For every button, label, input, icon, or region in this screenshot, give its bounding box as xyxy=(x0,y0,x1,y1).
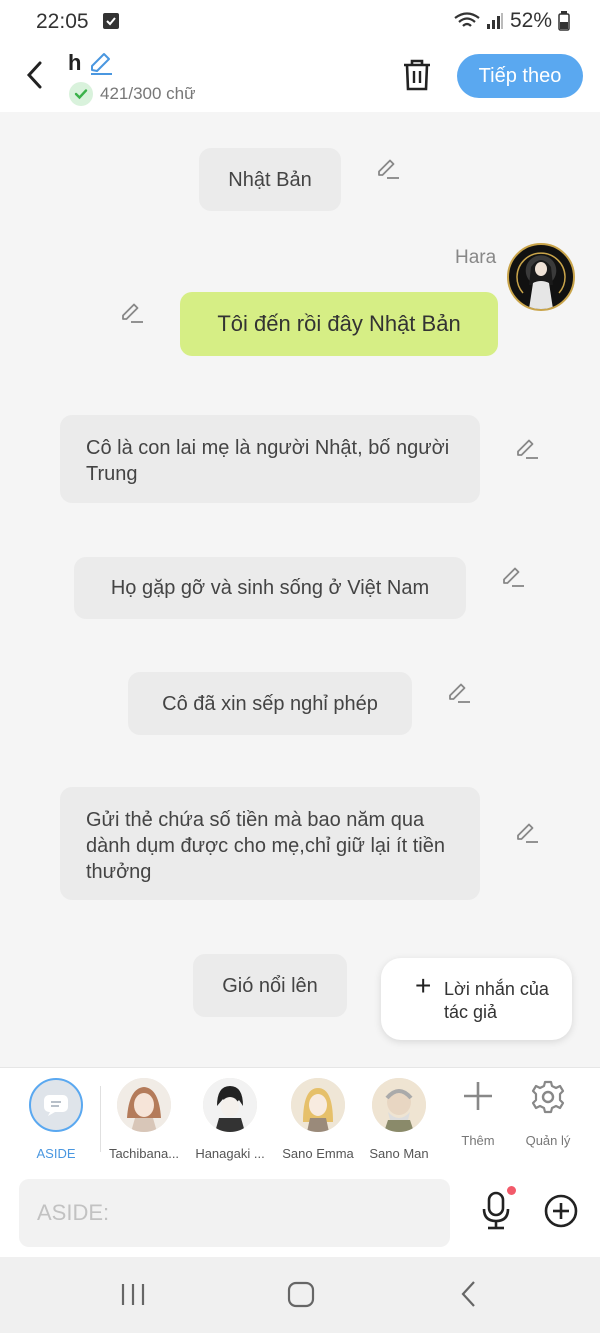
edit-message-icon[interactable] xyxy=(120,302,144,324)
back-nav-icon[interactable] xyxy=(458,1279,480,1309)
edit-message-icon[interactable] xyxy=(501,566,525,588)
author-note-button[interactable]: + Lời nhắn của tác giả xyxy=(381,958,572,1040)
character-bar: ASIDE Tachibana... Hanagaki ... Sano Emm… xyxy=(0,1067,600,1169)
edit-message-icon[interactable] xyxy=(515,822,539,844)
character-tachibana[interactable]: Tachibana... xyxy=(102,1078,186,1161)
recent-apps-icon[interactable] xyxy=(120,1279,146,1309)
character-aside[interactable]: ASIDE xyxy=(14,1078,98,1161)
header: h 421/300 chữ Tiếp theo xyxy=(0,44,600,112)
notification-dot xyxy=(507,1186,516,1195)
word-count: 421/300 chữ xyxy=(100,84,196,103)
manage-button[interactable]: Quản lý xyxy=(516,1080,580,1148)
add-character-button[interactable]: Thêm xyxy=(446,1080,510,1148)
edit-message-icon[interactable] xyxy=(376,158,400,180)
input-bar xyxy=(0,1169,600,1257)
signal-icon xyxy=(486,13,503,29)
edit-message-icon[interactable] xyxy=(515,438,539,460)
home-icon[interactable] xyxy=(286,1279,316,1309)
status-right: 52% xyxy=(454,9,570,33)
add-circle-icon[interactable] xyxy=(544,1194,578,1228)
back-arrow-icon[interactable] xyxy=(22,58,50,92)
narration-bubble[interactable]: Gửi thẻ chứa số tiền mà bao năm qua dành… xyxy=(60,787,480,900)
user-message-bubble[interactable]: Tôi đến rồi đây Nhật Bản xyxy=(180,292,498,356)
edit-title-icon[interactable] xyxy=(88,50,114,76)
author-note-label: Lời nhắn của tác giả xyxy=(444,979,549,1022)
narration-bubble[interactable]: Nhật Bản xyxy=(199,148,341,211)
status-bar: 22:05 52% xyxy=(0,0,600,44)
narration-bubble[interactable]: Cô là con lai mẹ là người Nhật, bố người… xyxy=(60,415,480,503)
sender-name: Hara xyxy=(455,247,497,268)
story-title: h xyxy=(68,50,82,75)
next-button[interactable]: Tiếp theo xyxy=(457,54,583,98)
plus-icon: + xyxy=(415,970,432,1001)
narration-bubble[interactable]: Cô đã xin sếp nghỉ phép xyxy=(128,672,412,735)
trash-icon[interactable] xyxy=(401,58,433,92)
character-name: Hanagaki ... xyxy=(195,1146,265,1161)
character-name: Sano Emma xyxy=(282,1146,354,1161)
battery-percent: 52% xyxy=(509,9,552,32)
status-time: 22:05 xyxy=(36,10,89,33)
avatar xyxy=(203,1078,257,1132)
battery-icon xyxy=(558,11,570,31)
manage-label: Quản lý xyxy=(525,1133,571,1148)
character-name: Tachibana... xyxy=(108,1146,180,1161)
edit-message-icon[interactable] xyxy=(447,682,471,704)
character-name: ASIDE xyxy=(36,1146,76,1161)
navigation-bar xyxy=(0,1257,600,1333)
avatar xyxy=(117,1078,171,1132)
character-hanagaki[interactable]: Hanagaki ... xyxy=(188,1078,272,1161)
avatar xyxy=(291,1078,345,1132)
character-sano-man[interactable]: Sano Man xyxy=(357,1078,441,1161)
character-sano-emma[interactable]: Sano Emma xyxy=(276,1078,360,1161)
divider xyxy=(100,1086,101,1152)
notification-check-icon xyxy=(103,13,119,29)
character-name: Sano Man xyxy=(369,1146,429,1161)
wifi-icon xyxy=(454,12,480,27)
avatar xyxy=(372,1078,426,1132)
narration-bubble[interactable]: Gió nổi lên xyxy=(193,954,347,1017)
microphone-icon[interactable] xyxy=(480,1191,512,1231)
aside-icon xyxy=(29,1078,83,1132)
avatar[interactable] xyxy=(507,243,575,311)
gear-icon xyxy=(531,1080,565,1114)
narration-bubble[interactable]: Họ gặp gỡ và sinh sống ở Việt Nam xyxy=(74,557,466,619)
plus-icon xyxy=(464,1082,492,1110)
message-input[interactable] xyxy=(19,1179,450,1247)
add-label: Thêm xyxy=(461,1133,495,1148)
word-count-check-icon xyxy=(69,82,93,106)
